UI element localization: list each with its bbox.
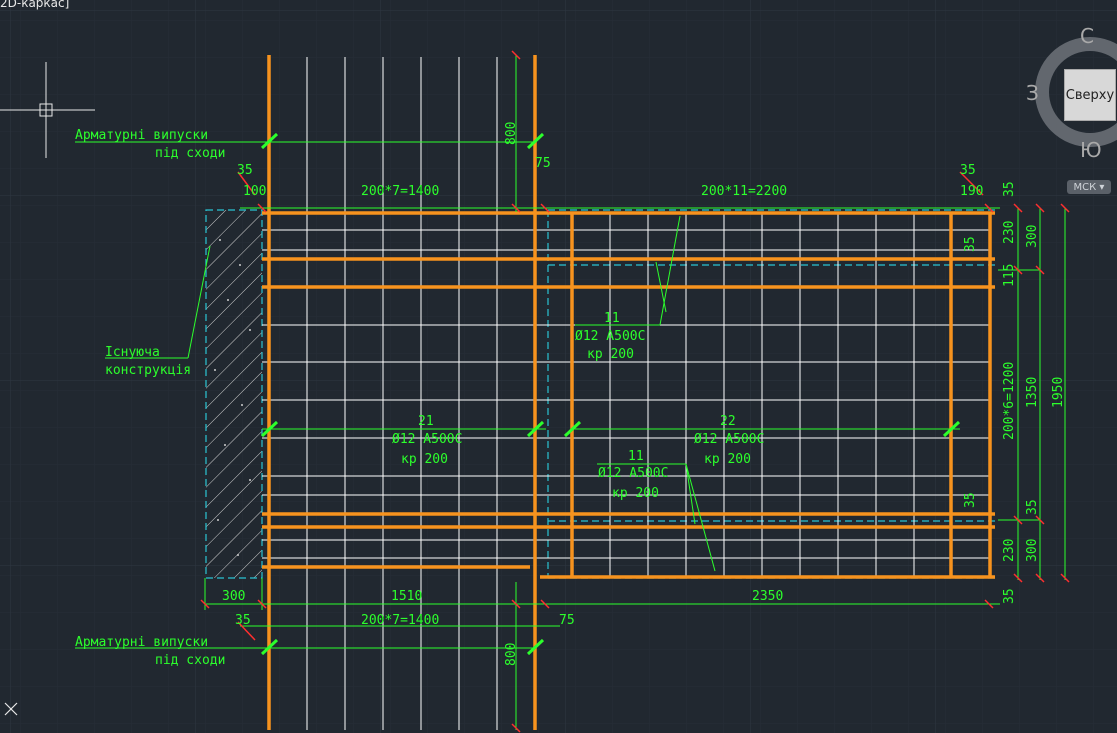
stair-top-label-2: під сходи bbox=[155, 146, 225, 161]
dim-35-r2: 35 bbox=[1025, 499, 1040, 515]
bar-22-step: кр 200 bbox=[704, 452, 751, 467]
dim-75-top: 75 bbox=[535, 156, 551, 171]
drawing-canvas[interactable]: 35 100 200*7=1400 800 75 200*11=2200 35 … bbox=[0, 0, 1117, 733]
dim-100: 100 bbox=[243, 184, 266, 199]
bar-22-number: 22 bbox=[720, 414, 736, 429]
bar-11a-step: кр 200 bbox=[587, 347, 634, 362]
dim-300-left: 300 bbox=[222, 589, 245, 604]
dim-200x11: 200*11=2200 bbox=[701, 184, 787, 199]
viewport-label[interactable]: 2D-каркас] bbox=[0, 0, 69, 10]
bar-11b-spec: Ø12 A500C bbox=[598, 466, 668, 481]
dim-35-inner-bottom: 35 bbox=[963, 492, 978, 508]
existing-label-2: конструкція bbox=[105, 363, 191, 378]
dim-800-bottom: 800 bbox=[504, 643, 519, 666]
compass-south[interactable]: Ю bbox=[1080, 138, 1102, 162]
compass-north[interactable]: С bbox=[1080, 24, 1094, 48]
dim-190: 190 bbox=[960, 184, 983, 199]
viewcube-face[interactable]: Сверху bbox=[1064, 69, 1116, 121]
dim-35-inner-top: 35 bbox=[963, 236, 978, 252]
dim-300-top: 300 bbox=[1025, 225, 1040, 248]
bar-22-spec: Ø12 A500C bbox=[694, 432, 764, 447]
dim-1350: 1350 bbox=[1025, 377, 1040, 408]
ucs-menu-button[interactable]: МСК ▾ bbox=[1067, 180, 1111, 194]
dim-800-top: 800 bbox=[504, 122, 519, 145]
dim-35-top-right: 35 bbox=[960, 163, 976, 178]
bar-11a-spec: Ø12 A500C bbox=[575, 329, 645, 344]
existing-label-1: Існуюча bbox=[105, 345, 160, 360]
stair-bottom-label-2: під сходи bbox=[155, 653, 225, 668]
bar-11b-step: кр 200 bbox=[612, 486, 659, 501]
dim-230-bottom: 230 bbox=[1002, 539, 1017, 562]
bar-21-spec: Ø12 A500C bbox=[392, 432, 462, 447]
dim-300-bottom: 300 bbox=[1025, 539, 1040, 562]
dim-35-r3: 35 bbox=[1002, 588, 1017, 604]
dim-35-top-left: 35 bbox=[237, 163, 253, 178]
dim-1950: 1950 bbox=[1051, 377, 1066, 408]
bar-21-number: 21 bbox=[418, 414, 434, 429]
stair-bottom-label-1: Арматурні випуски bbox=[75, 635, 208, 650]
existing-construction bbox=[205, 209, 263, 579]
dim-200x7-bottom: 200*7=1400 bbox=[361, 613, 439, 628]
dim-35-bottom-left: 35 bbox=[235, 613, 251, 628]
compass-west[interactable]: З bbox=[1026, 81, 1039, 105]
dim-115: 115 bbox=[1002, 264, 1017, 287]
bar-11a-number: 11 bbox=[604, 311, 620, 326]
bar-11b-number: 11 bbox=[628, 449, 644, 464]
bar-21-step: кр 200 bbox=[401, 452, 448, 467]
dim-200x7-top: 200*7=1400 bbox=[361, 184, 439, 199]
dim-35-r1: 35 bbox=[1002, 181, 1017, 197]
dim-1510: 1510 bbox=[391, 589, 422, 604]
dim-200x6: 200*6=1200 bbox=[1002, 362, 1017, 440]
stair-top-label-1: Арматурні випуски bbox=[75, 128, 208, 143]
dim-75-bottom: 75 bbox=[559, 613, 575, 628]
dim-230-top: 230 bbox=[1002, 221, 1017, 244]
dim-2350: 2350 bbox=[752, 589, 783, 604]
